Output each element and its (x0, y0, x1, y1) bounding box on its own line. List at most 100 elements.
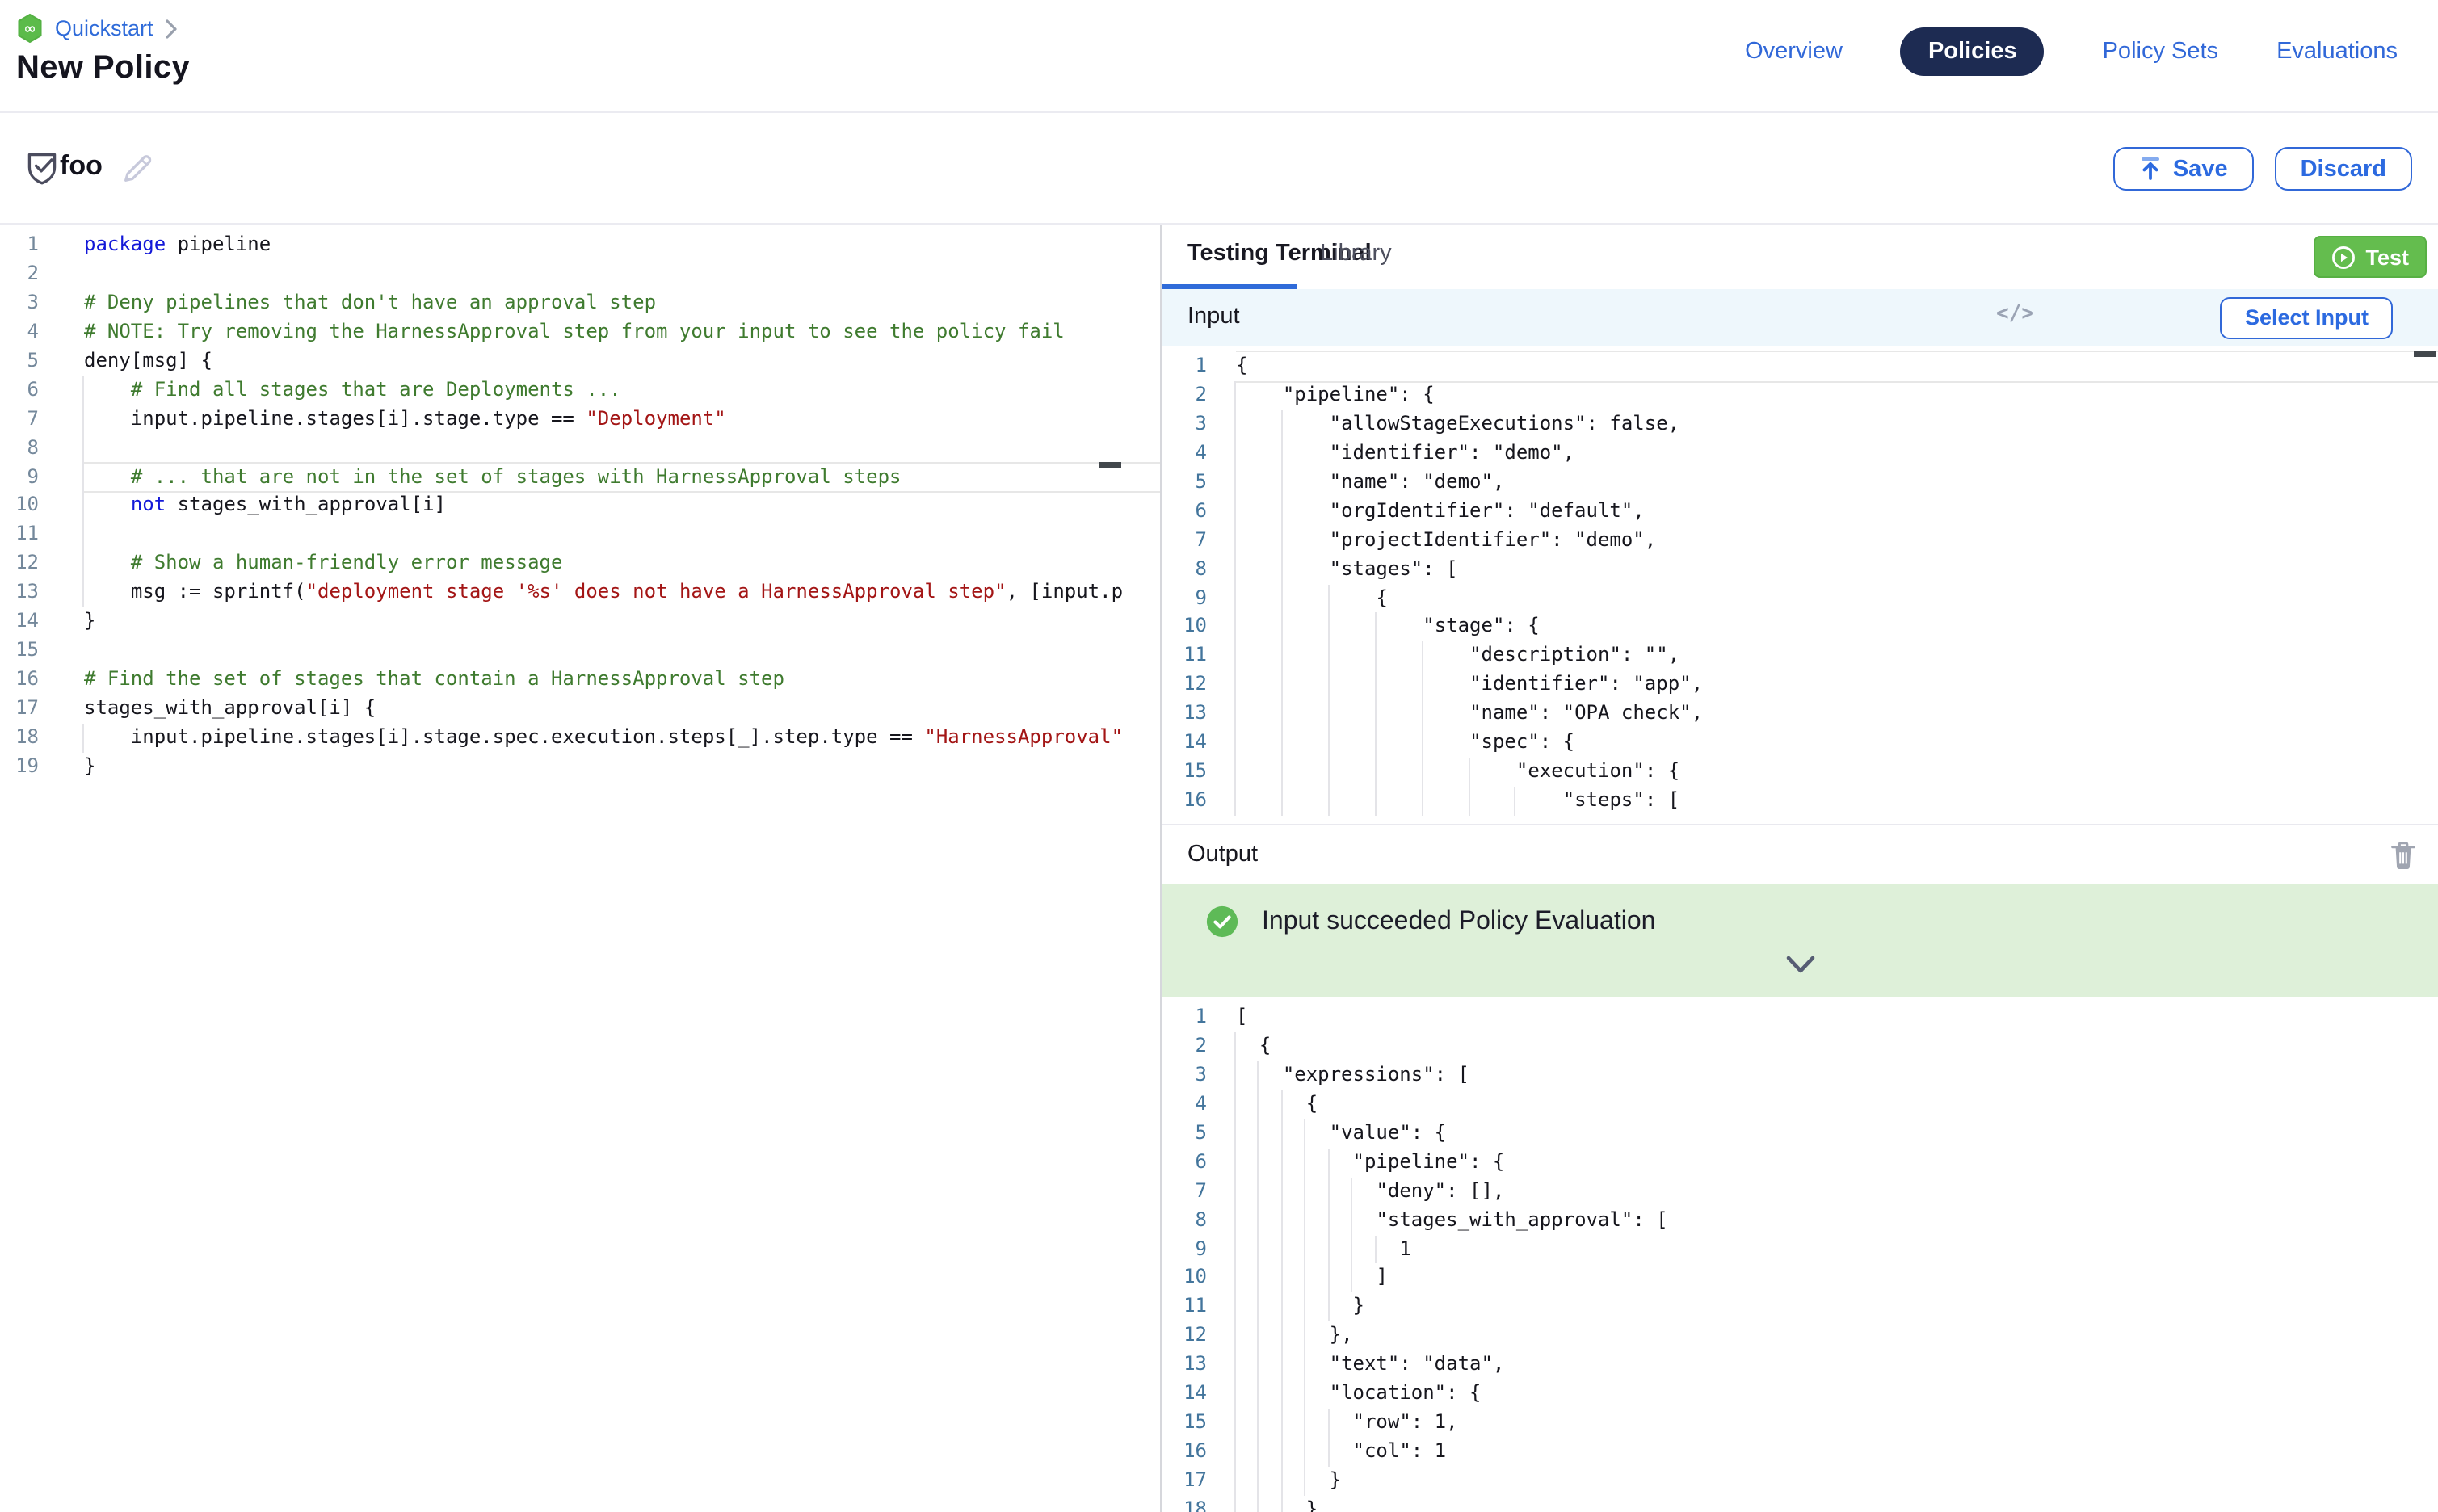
code-line[interactable]: 5deny[msg] { (0, 347, 1160, 376)
policy-code-editor[interactable]: 1package pipeline23# Deny pipelines that… (0, 225, 1160, 782)
input-json-editor[interactable]: 1{2"pipeline": {3"allowStageExecutions":… (1162, 346, 2438, 824)
tab-library[interactable]: Library (1320, 241, 1392, 267)
code-line[interactable]: 3# Deny pipelines that don't have an app… (0, 289, 1160, 318)
code-line[interactable]: 15"row": 1, (1162, 1409, 2438, 1438)
line-number: 16 (1162, 787, 1207, 816)
svg-text:∞: ∞ (23, 20, 36, 37)
line-number: 4 (0, 318, 39, 347)
play-icon (2331, 245, 2356, 269)
code-line[interactable]: 6"pipeline": { (1162, 1148, 2438, 1177)
code-line[interactable]: 7input.pipeline.stages[i].stage.type == … (0, 405, 1160, 434)
code-line[interactable]: 10not stages_with_approval[i] (0, 492, 1160, 521)
code-line[interactable]: 10] (1162, 1264, 2438, 1293)
code-line[interactable]: 13"text": "data", (1162, 1351, 2438, 1380)
code-line[interactable]: 9# ... that are not in the set of stages… (0, 463, 1160, 492)
tab-policy-sets[interactable]: Policy Sets (2103, 39, 2218, 65)
code-line[interactable]: 2"pipeline": { (1162, 381, 2438, 410)
code-line[interactable]: 19} (0, 753, 1160, 782)
code-line[interactable]: 17} (1162, 1467, 2438, 1496)
code-line[interactable]: 8"stages_with_approval": [ (1162, 1206, 2438, 1235)
code-line[interactable]: 11} (1162, 1293, 2438, 1322)
overview-ruler-cursor-marker (1099, 461, 1121, 468)
code-line[interactable]: 3"expressions": [ (1162, 1061, 2438, 1090)
code-line[interactable]: 91 (1162, 1235, 2438, 1264)
line-number: 8 (1162, 555, 1207, 584)
code-line[interactable]: 6# Find all stages that are Deployments … (0, 376, 1160, 405)
code-line[interactable]: 1[ (1162, 1003, 2438, 1032)
chevron-down-icon[interactable] (1785, 955, 1816, 976)
harness-logo-icon: ∞ (16, 13, 44, 44)
code-line[interactable]: 5"name": "demo", (1162, 468, 2438, 498)
code-line[interactable]: 12"identifier": "app", (1162, 671, 2438, 700)
code-line[interactable]: 7"projectIdentifier": "demo", (1162, 526, 2438, 555)
tab-overview[interactable]: Overview (1745, 39, 1843, 65)
line-number: 15 (1162, 758, 1207, 787)
code-line[interactable]: 15 (0, 636, 1160, 666)
select-input-button[interactable]: Select Input (2221, 296, 2393, 338)
code-line[interactable]: 1{ (1162, 352, 2438, 381)
page-title: New Policy (16, 50, 190, 87)
tab-policies[interactable]: Policies (1901, 27, 2045, 76)
code-line[interactable]: 4# NOTE: Try removing the HarnessApprova… (0, 318, 1160, 347)
test-button-label: Test (2365, 245, 2409, 269)
code-line[interactable]: 8 (0, 434, 1160, 463)
edit-name-pencil-icon[interactable] (120, 152, 153, 186)
code-line[interactable]: 9{ (1162, 584, 2438, 613)
tab-evaluations[interactable]: Evaluations (2276, 39, 2398, 65)
discard-button[interactable]: Discard (2275, 147, 2412, 191)
code-line[interactable]: 14"location": { (1162, 1380, 2438, 1409)
line-number: 6 (1162, 1148, 1207, 1177)
code-line[interactable]: 13msg := sprintf("deployment stage '%s' … (0, 579, 1160, 608)
code-line[interactable]: 4{ (1162, 1090, 2438, 1119)
breadcrumb: ∞ Quickstart (16, 13, 178, 44)
code-line[interactable]: 11"description": "", (1162, 642, 2438, 671)
code-line[interactable]: 12# Show a human-friendly error message (0, 550, 1160, 579)
evaluation-result-banner: Input succeeded Policy Evaluation (1162, 884, 2438, 997)
code-line[interactable]: 17stages_with_approval[i] { (0, 695, 1160, 724)
select-input-button-label: Select Input (2245, 305, 2369, 330)
testing-tabs-bar: Testing Terminal Library Test (1162, 225, 2438, 291)
code-line[interactable]: 2{ (1162, 1032, 2438, 1061)
output-json-editor[interactable]: 1[2{3"expressions": [4{5"value": {6"pipe… (1162, 997, 2438, 1512)
line-number: 19 (0, 753, 39, 782)
code-line[interactable]: 8"stages": [ (1162, 555, 2438, 584)
line-number: 2 (0, 260, 39, 289)
code-line[interactable]: 18} (1162, 1496, 2438, 1512)
code-line[interactable]: 4"identifier": "demo", (1162, 439, 2438, 468)
code-line[interactable]: 15"execution": { (1162, 758, 2438, 787)
code-line[interactable]: 11 (0, 521, 1160, 550)
code-line[interactable]: 13"name": "OPA check", (1162, 700, 2438, 729)
breadcrumb-chevron-icon (165, 19, 178, 38)
line-number: 12 (1162, 1322, 1207, 1351)
code-line[interactable]: 14} (0, 607, 1160, 636)
line-number: 9 (0, 463, 39, 492)
line-number: 17 (1162, 1467, 1207, 1496)
line-number: 3 (0, 289, 39, 318)
test-button[interactable]: Test (2314, 236, 2427, 278)
code-line[interactable]: 16"col": 1 (1162, 1438, 2438, 1467)
line-number: 14 (1162, 729, 1207, 758)
code-line[interactable]: 7"deny": [], (1162, 1177, 2438, 1206)
line-number: 13 (0, 579, 39, 608)
code-line[interactable]: 6"orgIdentifier": "default", (1162, 497, 2438, 526)
line-number: 8 (0, 434, 39, 463)
save-button[interactable]: Save (2113, 147, 2254, 191)
code-line[interactable]: 5"value": { (1162, 1119, 2438, 1149)
code-line[interactable]: 10"stage": { (1162, 613, 2438, 642)
code-line[interactable]: 2 (0, 260, 1160, 289)
breadcrumb-project-link[interactable]: Quickstart (55, 16, 153, 40)
code-brackets-icon[interactable]: </> (1996, 302, 2034, 326)
code-line[interactable]: 16# Find the set of stages that contain … (0, 666, 1160, 695)
clear-output-trash-icon[interactable] (2390, 840, 2417, 871)
code-line[interactable]: 1package pipeline (0, 231, 1160, 260)
code-line[interactable]: 18input.pipeline.stages[i].stage.spec.ex… (0, 724, 1160, 753)
line-number: 2 (1162, 381, 1207, 410)
code-line[interactable]: 16"steps": [ (1162, 787, 2438, 816)
upload-icon (2139, 157, 2162, 181)
code-line[interactable]: 14"spec": { (1162, 729, 2438, 758)
line-number: 9 (1162, 584, 1207, 613)
line-number: 15 (0, 636, 39, 666)
code-line[interactable]: 3"allowStageExecutions": false, (1162, 410, 2438, 439)
line-number: 4 (1162, 1090, 1207, 1119)
code-line[interactable]: 12}, (1162, 1322, 2438, 1351)
